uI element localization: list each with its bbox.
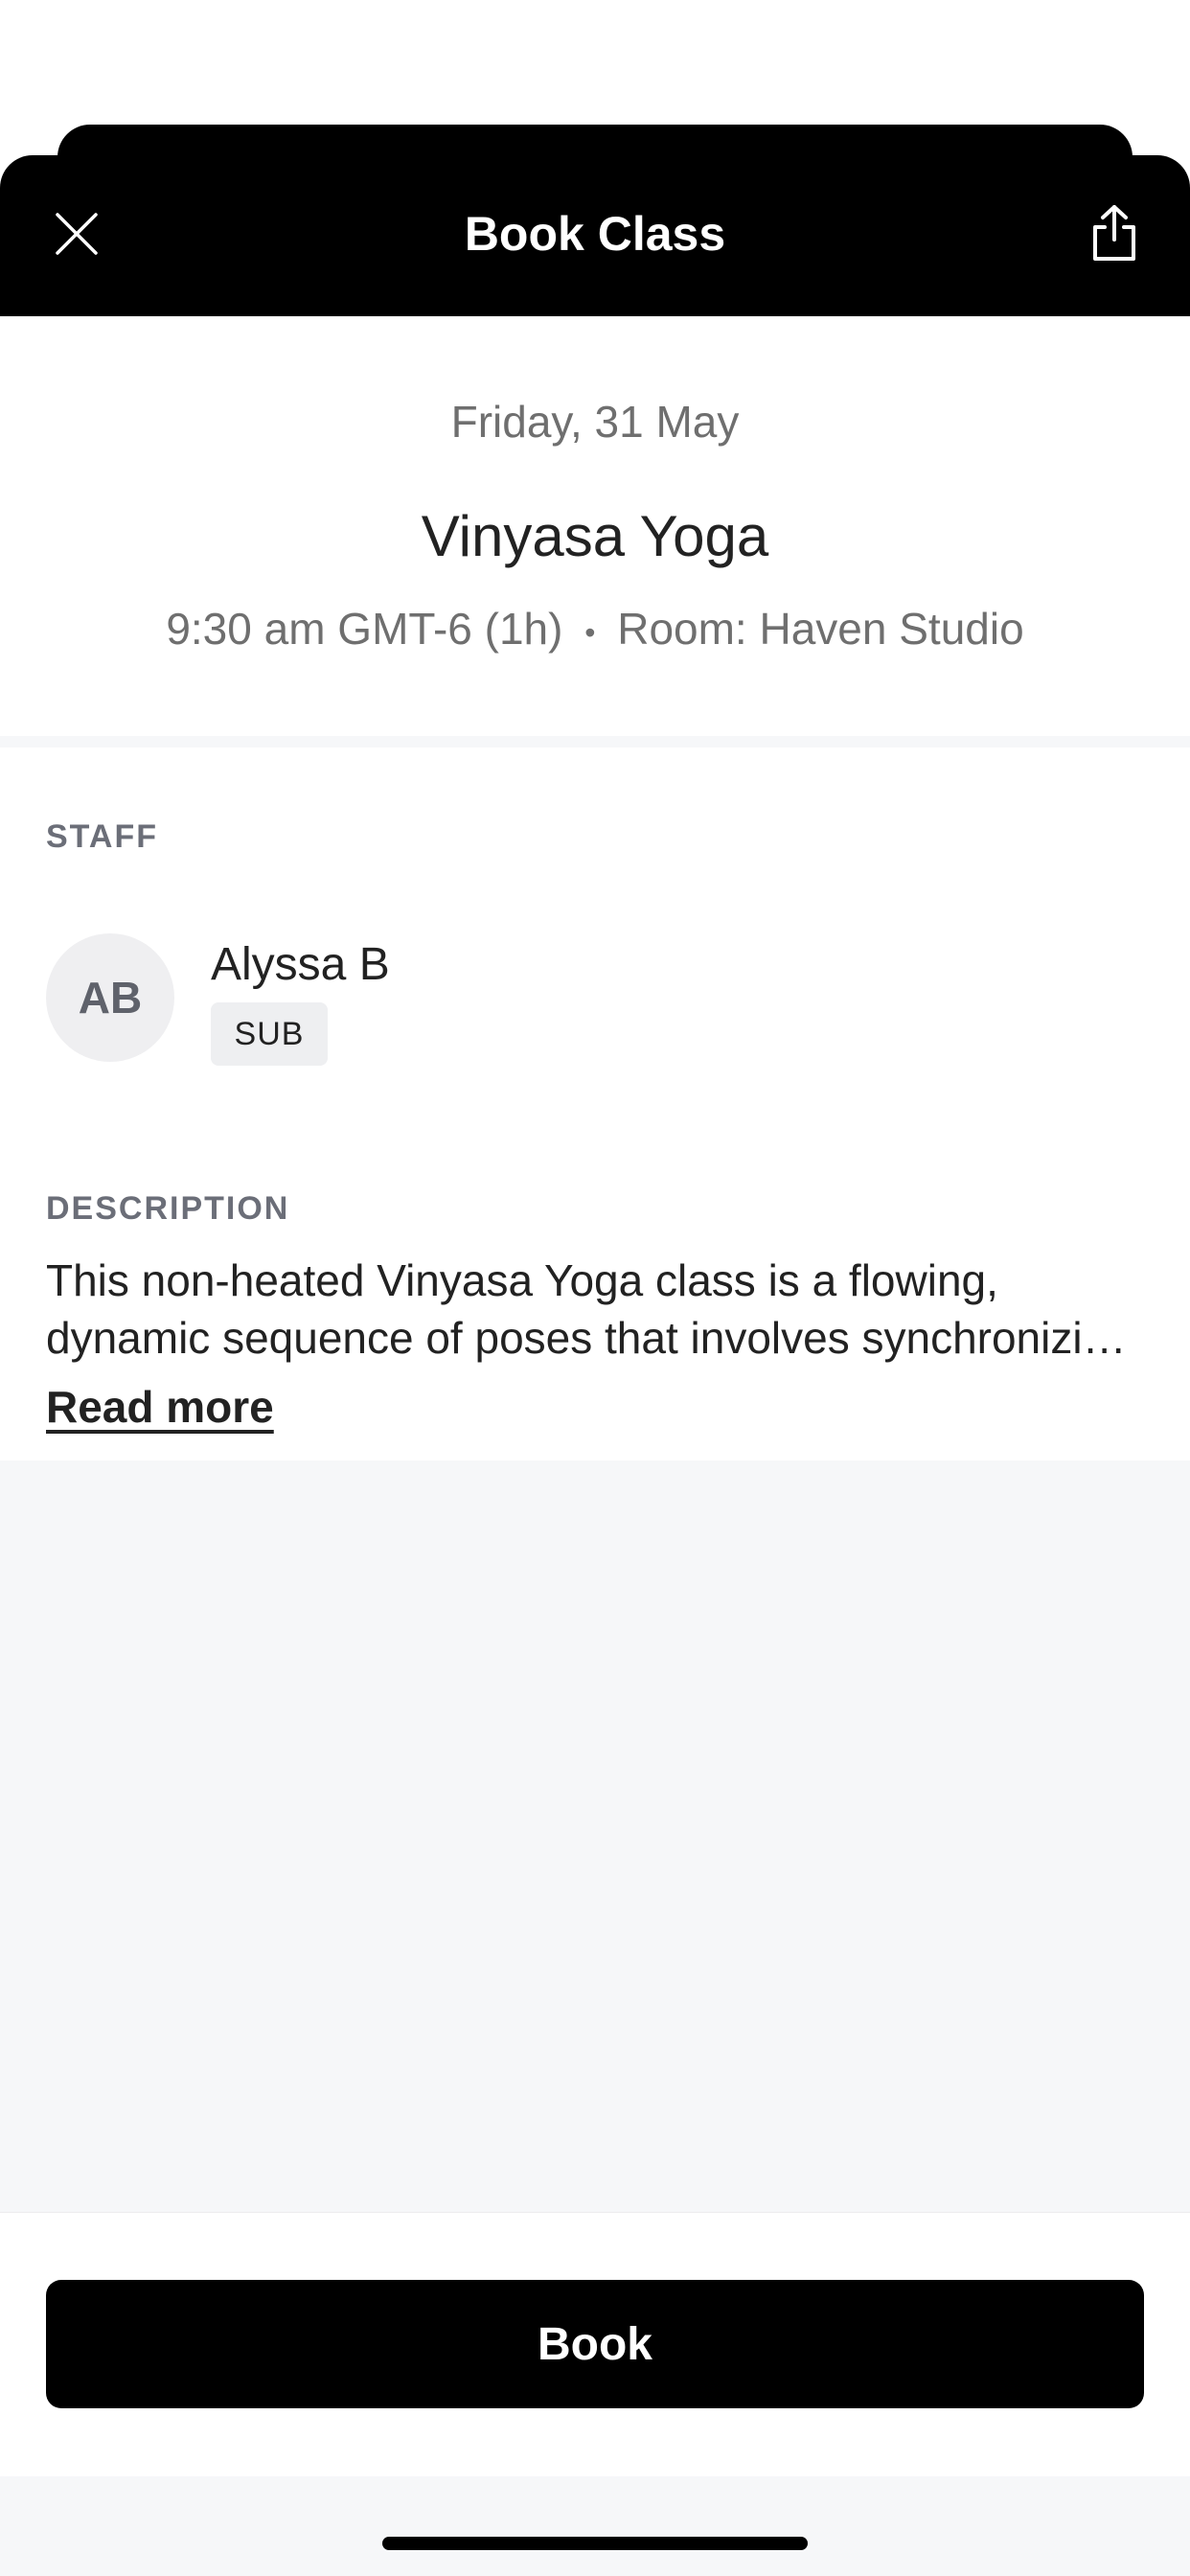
description-line-1: This non-heated Vinyasa Yoga class is a … <box>46 1255 998 1305</box>
share-button[interactable] <box>1081 199 1148 270</box>
class-details: 9:30 am GMT-6 (1h) • Room: Haven Studio <box>0 602 1190 659</box>
class-time: 9:30 am GMT-6 (1h) <box>166 604 563 654</box>
description-text: This non-heated Vinyasa Yoga class is a … <box>46 1252 1148 1367</box>
share-icon <box>1087 203 1141 267</box>
avatar: AB <box>46 933 174 1062</box>
class-date: Friday, 31 May <box>450 397 740 447</box>
description-line-2: dynamic sequence of poses that involves … <box>46 1313 1148 1363</box>
class-room: Room: Haven Studio <box>617 604 1024 654</box>
bottom-safe-area <box>0 2476 1190 2576</box>
staff-section-label: STAFF <box>46 818 159 855</box>
book-button[interactable]: Book <box>46 2280 1144 2408</box>
class-name: Vinyasa Yoga <box>421 504 769 568</box>
section-divider <box>0 736 1190 748</box>
class-summary: Friday, 31 May Vinyasa Yoga 9:30 am GMT-… <box>0 316 1190 746</box>
details-separator: • <box>584 614 596 650</box>
home-indicator[interactable] <box>382 2537 808 2550</box>
description-section-label: DESCRIPTION <box>46 1190 290 1227</box>
status-badge: SUB <box>211 1002 328 1066</box>
footer-bar: Book <box>0 2212 1190 2477</box>
modal-header: Book Class <box>0 155 1190 316</box>
staff-name: Alyssa B <box>211 939 390 990</box>
content-background <box>0 1460 1190 2212</box>
read-more-link[interactable]: Read more <box>46 1380 274 1434</box>
page-title: Book Class <box>464 207 726 261</box>
